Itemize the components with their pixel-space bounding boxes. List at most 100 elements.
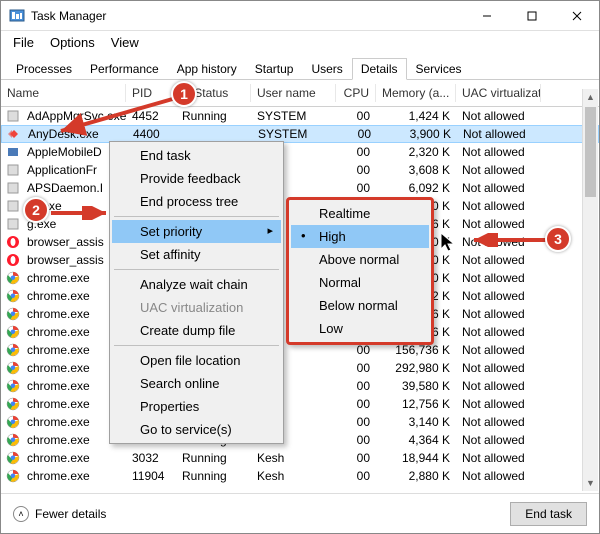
fewer-details-label: Fewer details (35, 507, 106, 521)
cell-uac: Not allowed (456, 433, 541, 447)
cell-mem: 1,424 K (376, 109, 456, 123)
priority-low[interactable]: Low (291, 317, 429, 340)
ctx-end-task[interactable]: End task (112, 144, 281, 167)
cell-uac: Not allowed (456, 253, 541, 267)
priority-below[interactable]: Below normal (291, 294, 429, 317)
cell-mem: 39,580 K (376, 379, 456, 393)
scroll-up-icon[interactable]: ▲ (583, 89, 598, 105)
menu-view[interactable]: View (105, 33, 145, 52)
tab-startup[interactable]: Startup (246, 58, 303, 80)
ctx-properties[interactable]: Properties (112, 395, 281, 418)
ctx-set-priority[interactable]: Set priority (112, 220, 281, 243)
process-icon (5, 270, 21, 286)
table-row[interactable]: ApplicationFrKesh003,608 KNot allowed (1, 161, 599, 179)
col-pid[interactable]: PID (126, 84, 176, 102)
ctx-analyze[interactable]: Analyze wait chain (112, 273, 281, 296)
table-row[interactable]: chrome.exe2652RunningKesh003,140 KNot al… (1, 413, 599, 431)
tab-services[interactable]: Services (407, 58, 471, 80)
col-user[interactable]: User name (251, 84, 336, 102)
cell-cpu: 00 (336, 379, 376, 393)
cell-mem: 3,140 K (376, 415, 456, 429)
process-icon (5, 144, 21, 160)
scroll-down-icon[interactable]: ▼ (583, 475, 598, 491)
end-task-button[interactable]: End task (510, 502, 587, 526)
menu-options[interactable]: Options (44, 33, 101, 52)
col-name[interactable]: Name (1, 84, 126, 102)
process-icon (5, 234, 21, 250)
cell-cpu: 00 (336, 343, 376, 357)
process-icon (5, 342, 21, 358)
process-icon (5, 198, 21, 214)
cell-cpu: 00 (336, 415, 376, 429)
maximize-button[interactable] (509, 1, 554, 31)
annotation-badge-2: 2 (23, 197, 49, 223)
col-mem[interactable]: Memory (a... (376, 84, 456, 102)
tab-users[interactable]: Users (302, 58, 351, 80)
menubar: File Options View (1, 31, 599, 53)
priority-high[interactable]: High (291, 225, 429, 248)
table-row[interactable]: AppleMobileD002,320 KNot allowed (1, 143, 599, 161)
cell-uac: Not allowed (456, 181, 541, 195)
process-icon (5, 450, 21, 466)
cell-uac: Not allowed (456, 109, 541, 123)
chevron-up-icon: ˄ (13, 506, 29, 522)
table-row[interactable]: chrome.exe3032RunningKesh0018,944 KNot a… (1, 449, 599, 467)
priority-above[interactable]: Above normal (291, 248, 429, 271)
cell-mem: 2,880 K (376, 469, 456, 483)
tab-details[interactable]: Details (352, 58, 407, 80)
priority-normal[interactable]: Normal (291, 271, 429, 294)
vertical-scrollbar[interactable]: ▲ ▼ (582, 89, 598, 491)
table-row[interactable]: chrome.exeKesh00292,980 KNot allowed (1, 359, 599, 377)
menu-file[interactable]: File (7, 33, 40, 52)
cell-uac: Not allowed (457, 127, 542, 141)
table-row[interactable]: chrome.exe7532RunningKesh004,364 KNot al… (1, 431, 599, 449)
priority-realtime[interactable]: Realtime (291, 202, 429, 225)
tab-performance[interactable]: Performance (81, 58, 168, 80)
ctx-dump[interactable]: Create dump file (112, 319, 281, 342)
scroll-thumb[interactable] (585, 107, 596, 197)
ctx-open-location[interactable]: Open file location (112, 349, 281, 372)
cell-mem: 3,900 K (377, 127, 457, 141)
process-icon (5, 108, 21, 124)
tab-processes[interactable]: Processes (7, 58, 81, 80)
col-uac[interactable]: UAC virtualizat... (456, 84, 541, 102)
ctx-end-tree[interactable]: End process tree (112, 190, 281, 213)
ctx-goto-services[interactable]: Go to service(s) (112, 418, 281, 441)
cell-uac: Not allowed (456, 271, 541, 285)
ctx-separator (114, 345, 279, 346)
ctx-separator (114, 216, 279, 217)
col-cpu[interactable]: CPU (336, 84, 376, 102)
window-title: Task Manager (31, 9, 464, 23)
cell-uac: Not allowed (456, 451, 541, 465)
cell-pid: 4452 (126, 109, 176, 123)
table-row[interactable]: chrome.exe2960RunningKesh0012,756 KNot a… (1, 395, 599, 413)
cell-cpu: 00 (336, 145, 376, 159)
process-icon (5, 324, 21, 340)
titlebar: Task Manager (1, 1, 599, 31)
priority-submenu: Realtime High Above normal Normal Below … (286, 197, 434, 345)
table-header: Name PID ▲ Status User name CPU Memory (… (1, 80, 599, 107)
fewer-details-button[interactable]: ˄ Fewer details (13, 506, 106, 522)
table-row[interactable]: chrome.exe11904RunningKesh002,880 KNot a… (1, 467, 599, 485)
table-row[interactable]: APSDaemon.IKesh006,092 KNot allowed (1, 179, 599, 197)
process-icon (5, 432, 21, 448)
ctx-search-online[interactable]: Search online (112, 372, 281, 395)
ctx-provide-feedback[interactable]: Provide feedback (112, 167, 281, 190)
ctx-set-affinity[interactable]: Set affinity (112, 243, 281, 266)
close-button[interactable] (554, 1, 599, 31)
table-row[interactable]: AdAppMgrSvc.exe4452RunningSYSTEM001,424 … (1, 107, 599, 125)
process-icon (5, 252, 21, 268)
cell-uac: Not allowed (456, 163, 541, 177)
cell-mem: 3,608 K (376, 163, 456, 177)
cell-status: Running (176, 109, 251, 123)
cell-cpu: 00 (336, 433, 376, 447)
cell-uac: Not allowed (456, 199, 541, 213)
table-row[interactable]: chrome.exeKesh0039,580 KNot allowed (1, 377, 599, 395)
tab-apphistory[interactable]: App history (168, 58, 246, 80)
cell-uac: Not allowed (456, 307, 541, 321)
cell-status: Running (176, 469, 251, 483)
process-icon (5, 306, 21, 322)
cell-mem: 292,980 K (376, 361, 456, 375)
minimize-button[interactable] (464, 1, 509, 31)
table-row[interactable]: AnyDesk.exe4400SYSTEM003,900 KNot allowe… (1, 125, 599, 143)
